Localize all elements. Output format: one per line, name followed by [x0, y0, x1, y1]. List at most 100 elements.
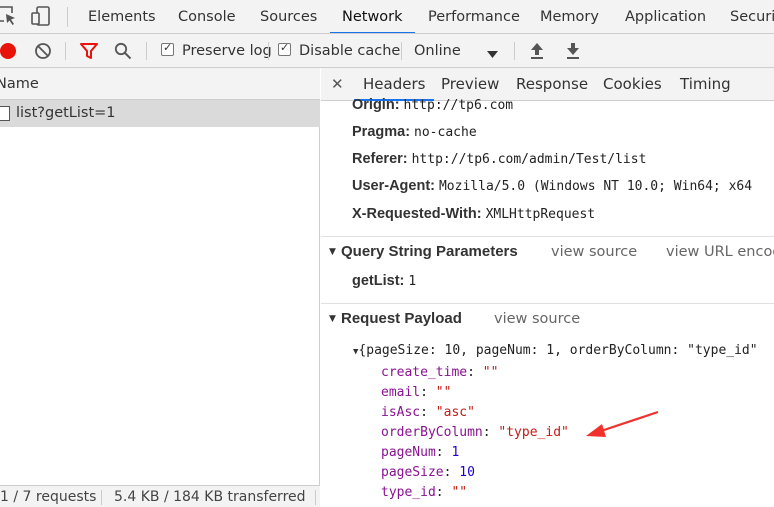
payload-field-value: "" [435, 385, 452, 400]
expand-triangle-icon[interactable]: ▼ [329, 304, 336, 334]
header-key: User-Agent: [352, 178, 435, 194]
request-payload-section-header[interactable]: ▼ Request Payload view source [321, 303, 774, 333]
payload-field-key: create_time [381, 365, 468, 380]
payload-field-value: 1 [451, 445, 460, 460]
status-bar: 1 / 7 requests 5.4 KB / 184 KB transferr… [0, 485, 320, 507]
payload-field-separator: : [435, 485, 452, 500]
record-icon[interactable] [0, 42, 16, 64]
header-row-referer: Referer: http://tp6.com/admin/Test/list [352, 149, 646, 170]
payload-field-row: pageSize: 10 [381, 463, 475, 483]
header-key: Pragma: [352, 124, 411, 140]
payload-field-row: orderByColumn: "type_id" [381, 423, 569, 443]
payload-summary-row[interactable]: ▼{pageSize: 10, pageNum: 1, orderByColum… [353, 341, 758, 362]
request-detail-pane: ✕ Headers Preview Response Cookies Timin… [321, 68, 774, 507]
view-source-link[interactable]: view source [494, 304, 580, 334]
toolbar-divider [146, 42, 147, 60]
payload-field-key: isAsc [381, 405, 421, 420]
payload-field-key: email [381, 385, 421, 400]
tab-network[interactable]: Network [330, 0, 415, 33]
transfer-size: 5.4 KB / 184 KB transferred [114, 489, 306, 505]
import-har-icon[interactable] [529, 42, 545, 64]
view-url-encoded-link[interactable]: view URL encoded [666, 237, 774, 267]
request-row[interactable]: list?getList=1 [0, 100, 320, 127]
payload-field-separator: : [420, 405, 436, 420]
payload-field-value: "type_id" [498, 425, 569, 440]
header-key: X-Requested-With: [352, 206, 482, 222]
tab-timing[interactable]: Timing [680, 68, 731, 101]
name-column-header[interactable]: Name [0, 68, 320, 100]
param-value: 1 [408, 274, 417, 289]
toolbar-divider [67, 7, 68, 27]
payload-field-value: "" [451, 485, 468, 500]
tab-performance[interactable]: Performance [428, 0, 520, 33]
preserve-log-label[interactable]: Preserve log [182, 34, 272, 68]
payload-field-row: type_id: "" [381, 483, 467, 503]
annotation-arrow [586, 410, 659, 437]
payload-summary: {pageSize: 10, pageNum: 1, orderByColumn… [358, 343, 758, 358]
payload-field-value: "" [482, 365, 499, 380]
payload-field-separator: : [435, 445, 452, 460]
toolbar-divider [268, 42, 269, 60]
filter-icon[interactable] [80, 42, 98, 64]
header-value: XMLHttpRequest [485, 207, 596, 222]
payload-field-separator: : [420, 385, 436, 400]
view-source-link[interactable]: view source [551, 237, 637, 267]
toolbar-divider [401, 42, 402, 60]
tab-console[interactable]: Console [178, 0, 236, 33]
toolbar-divider [514, 42, 515, 60]
export-har-icon[interactable] [565, 42, 581, 64]
search-icon[interactable] [114, 42, 132, 64]
query-param-row: getList: 1 [352, 271, 416, 292]
header-value: no-cache [414, 125, 477, 140]
payload-field-row: create_time: "" [381, 363, 498, 383]
tab-security[interactable]: Security [730, 0, 774, 33]
tab-response[interactable]: Response [516, 68, 588, 101]
tab-elements[interactable]: Elements [88, 0, 156, 33]
payload-field-separator: : [467, 365, 483, 380]
header-row-x-requested-with: X-Requested-With: XMLHttpRequest [352, 204, 595, 225]
payload-field-key: pageNum [381, 445, 436, 460]
expand-triangle-icon[interactable]: ▼ [329, 237, 336, 267]
tab-application[interactable]: Application [625, 0, 706, 33]
header-value: Mozilla/5.0 (Windows NT 10.0; Win64; x64 [438, 179, 753, 194]
throttling-select[interactable]: Online [414, 34, 461, 68]
payload-field-separator: : [443, 465, 460, 480]
header-key: Origin: [352, 97, 400, 113]
section-title: Query String Parameters [341, 243, 518, 260]
status-divider [101, 490, 102, 505]
name-column-label: Name [0, 76, 39, 92]
file-icon [0, 106, 10, 121]
payload-field-row: pageNum: 1 [381, 443, 459, 463]
header-row-pragma: Pragma: no-cache [352, 122, 477, 143]
status-divider [315, 490, 316, 505]
payload-field-value: "asc" [435, 405, 475, 420]
payload-field-key: type_id [381, 485, 436, 500]
tab-sources[interactable]: Sources [260, 0, 317, 33]
payload-field-key: pageSize [381, 465, 444, 480]
clear-icon[interactable] [34, 42, 52, 64]
toolbar-divider [65, 42, 66, 60]
payload-field-key: orderByColumn [381, 425, 483, 440]
payload-field-row: email: "" [381, 383, 451, 403]
query-string-section-header[interactable]: ▼ Query String Parameters view source vi… [321, 236, 774, 266]
device-toolbar-icon[interactable] [30, 5, 52, 31]
preserve-log-checkbox[interactable] [161, 41, 174, 56]
request-list-pane: Name list?getList=1 1 / 7 requests 5.4 K… [0, 68, 320, 507]
request-count: 1 / 7 requests [0, 489, 97, 505]
header-row-origin: Origin: http://tp6.com [352, 95, 513, 116]
inspect-icon[interactable] [0, 5, 18, 31]
section-title: Request Payload [341, 310, 462, 327]
dropdown-arrow-icon[interactable] [487, 47, 498, 63]
payload-field-separator: : [482, 425, 499, 440]
header-value: http://tp6.com/admin/Test/list [411, 152, 647, 167]
disable-cache-label[interactable]: Disable cache [299, 34, 400, 68]
disable-cache-checkbox[interactable] [278, 41, 291, 56]
tab-memory[interactable]: Memory [540, 0, 599, 33]
devtools-panel-tabbar: Elements Console Sources Network Perform… [0, 0, 774, 34]
network-toolbar: Preserve log Disable cache Online [0, 34, 774, 68]
tab-cookies[interactable]: Cookies [603, 68, 662, 101]
close-icon[interactable]: ✕ [331, 68, 344, 101]
header-value: http://tp6.com [403, 98, 514, 113]
payload-field-row: isAsc: "asc" [381, 403, 475, 423]
request-name: list?getList=1 [16, 105, 116, 121]
